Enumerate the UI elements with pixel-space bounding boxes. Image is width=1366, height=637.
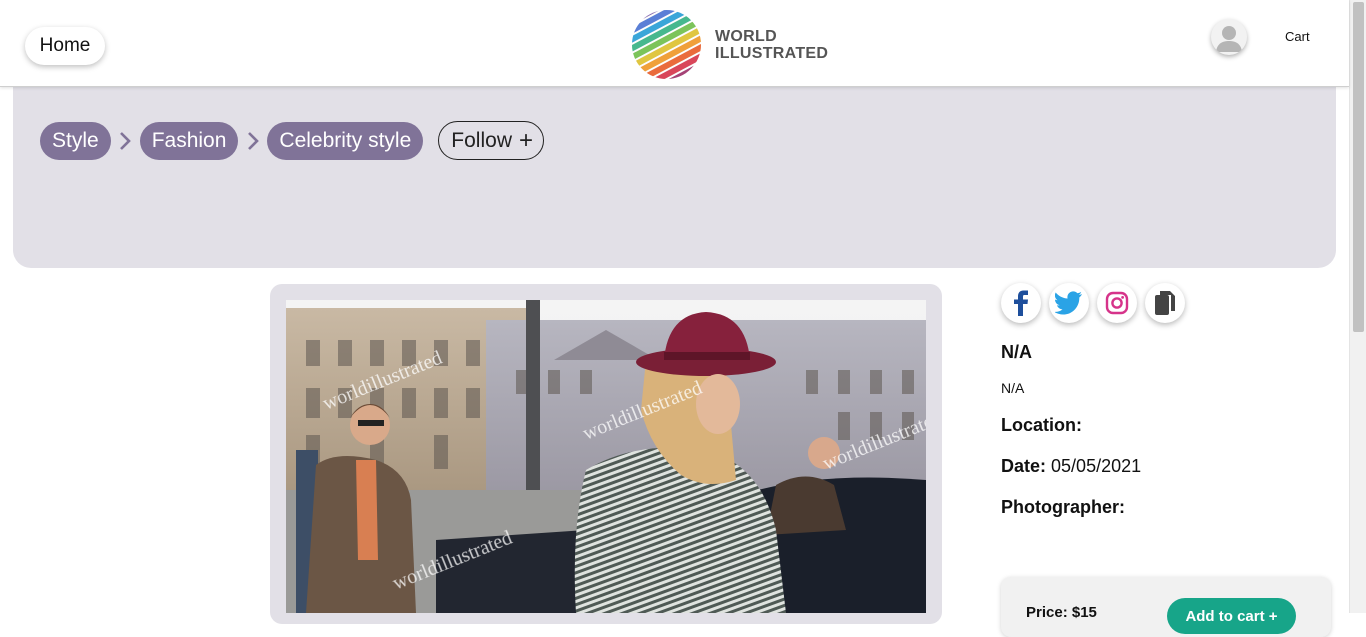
copy-icon [1155,291,1175,315]
logo-line-2: ILLUSTRATED [715,44,829,62]
page-scrollbar[interactable] [1349,0,1366,613]
date-label: Date: [1001,456,1047,476]
location-label: Location: [1001,415,1082,435]
share-facebook-button[interactable] [1001,283,1041,323]
photo-description: N/A [1001,380,1025,396]
logo-line-1: WORLD [715,27,777,45]
copy-link-button[interactable] [1145,283,1185,323]
breadcrumb-fashion[interactable]: Fashion [139,121,239,160]
globe-logo-icon [631,9,702,80]
twitter-icon [1055,291,1082,315]
logo-wordmark: WORLD ILLUSTRATED [715,28,828,62]
facebook-icon [1014,290,1028,316]
plus-icon: + [518,126,533,154]
site-header: Home WORLD ILLUSTRATED Cart [0,0,1349,87]
purchase-panel: Price: $15 Add to cart + [1001,577,1331,637]
breadcrumb-celebrity-style[interactable]: Celebrity style [267,121,424,160]
user-icon [1216,26,1242,52]
user-avatar-button[interactable] [1211,19,1247,55]
instagram-icon [1105,291,1129,315]
home-button[interactable]: Home [25,27,105,65]
street-scene-photo: worldillustrated worldillustrated worldi… [286,300,926,613]
main-photo[interactable]: worldillustrated worldillustrated worldi… [286,300,926,613]
photographer-label: Photographer: [1001,497,1125,517]
scrollbar-thumb[interactable] [1353,2,1364,332]
date-row: Date: 05/05/2021 [1001,456,1141,477]
share-instagram-button[interactable] [1097,283,1137,323]
photo-card: worldillustrated worldillustrated worldi… [270,284,942,624]
chevron-right-icon [111,130,140,152]
add-to-cart-button[interactable]: Add to cart + [1167,598,1296,634]
logo[interactable]: WORLD ILLUSTRATED [631,9,828,80]
category-banner: Style Fashion Celebrity style Follow + [13,87,1336,268]
follow-label: Follow [451,128,512,152]
share-buttons [1001,283,1193,323]
cart-link[interactable]: Cart [1285,29,1310,44]
share-twitter-button[interactable] [1049,283,1089,323]
chevron-right-icon [238,130,267,152]
breadcrumb: Style Fashion Celebrity style Follow + [40,121,544,160]
photo-title: N/A [1001,342,1032,362]
photographer-row: Photographer: [1001,497,1125,518]
follow-button[interactable]: Follow + [438,121,544,160]
location-row: Location: [1001,415,1082,436]
date-value: 05/05/2021 [1051,456,1142,476]
breadcrumb-style[interactable]: Style [40,121,111,160]
